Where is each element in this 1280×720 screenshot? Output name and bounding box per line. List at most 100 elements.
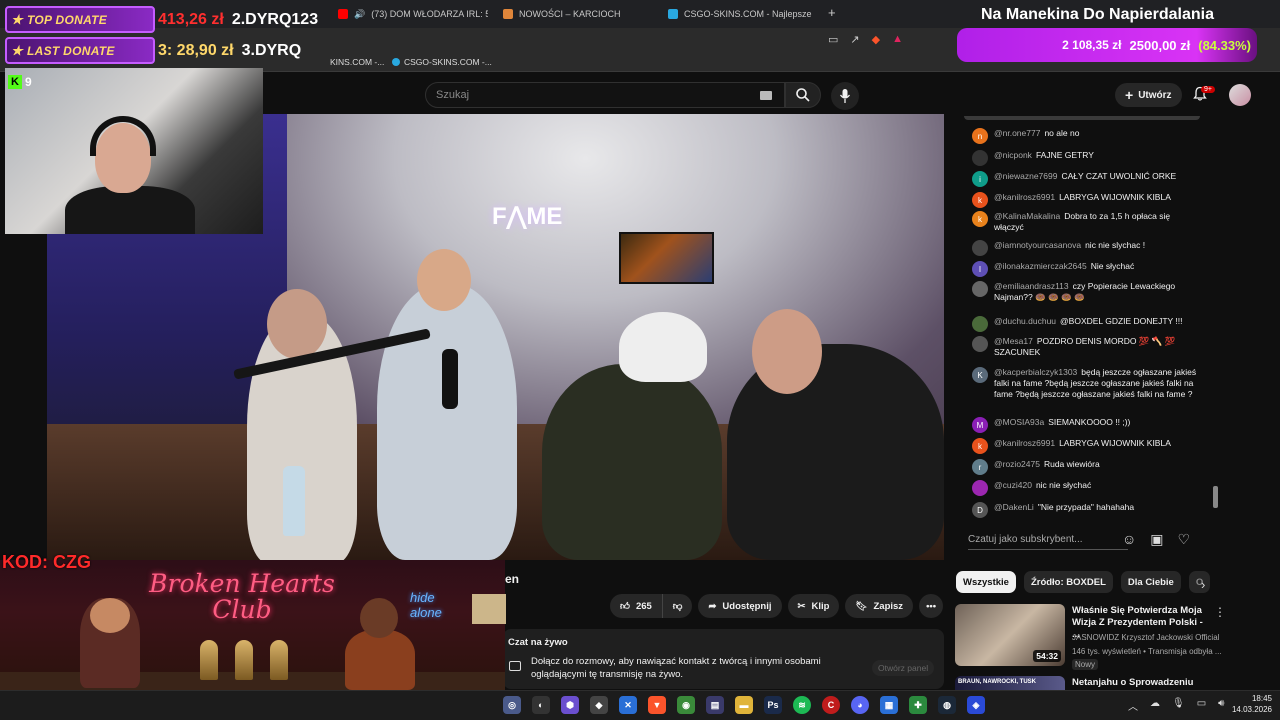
chat-avatar[interactable]	[972, 240, 988, 256]
app-icon[interactable]: ◆	[590, 696, 608, 714]
chat-username[interactable]: @cuzi420	[994, 480, 1032, 490]
chat-username[interactable]: @kanilrosz6991	[994, 192, 1055, 202]
file-explorer-icon[interactable]: ▬	[735, 696, 753, 714]
steam-icon[interactable]: ◍	[938, 696, 956, 714]
chat-avatar[interactable]: r	[972, 459, 988, 475]
chat-username[interactable]: @DakenLi	[994, 502, 1034, 512]
app-icon[interactable]: ◐	[532, 696, 550, 714]
volume-icon[interactable]: 🔊︎	[1218, 698, 1224, 713]
chat-username[interactable]: @kacperbialczyk1303	[994, 367, 1077, 377]
app-icon[interactable]: ✚	[909, 696, 927, 714]
like-button[interactable]: 👍︎ 265	[610, 594, 662, 618]
spotify-icon[interactable]: ≋	[793, 696, 811, 714]
rewards-icon[interactable]: ▲	[892, 33, 903, 46]
chat-username[interactable]: @rozio2475	[994, 459, 1040, 469]
app-icon[interactable]: ▦	[880, 696, 898, 714]
chat-avatar[interactable]: M	[972, 417, 988, 433]
network-icon[interactable]: ▭	[1197, 698, 1206, 713]
chip-partial[interactable]: O	[1188, 571, 1211, 593]
more-vert-icon[interactable]: ⋮	[1214, 605, 1226, 619]
chat-input[interactable]: Czatuj jako subskrybent...	[968, 530, 1128, 550]
more-actions-button[interactable]: •••	[919, 594, 944, 618]
microphone-tray-icon[interactable]: 🎙︎	[1172, 698, 1185, 713]
chip-for-you[interactable]: Dla Ciebie	[1120, 571, 1181, 593]
brave-browser-icon[interactable]: ▼	[648, 696, 666, 714]
app-icon[interactable]: ◈	[967, 696, 985, 714]
chip-all[interactable]: Wszystkie	[956, 571, 1016, 593]
chat-avatar[interactable]	[972, 316, 988, 332]
superchat-icon[interactable]: ▣	[1150, 531, 1163, 548]
chat-username[interactable]: @KalinaMakalina	[994, 211, 1060, 221]
video-actions: 👍︎ 265 👎︎ ➦ Udostępnij ✂ Klip 🔖︎ Zapisz …	[610, 594, 944, 618]
chevron-up-icon[interactable]: ︿	[1128, 698, 1138, 713]
chat-username[interactable]: @emiliaandrasz113	[994, 281, 1069, 291]
chat-username[interactable]: @nr.one777	[994, 128, 1040, 138]
bookmark-item[interactable]: KINS.COM -...	[330, 57, 384, 67]
share-button[interactable]: ➦ Udostępnij	[698, 594, 782, 618]
chat-avatar[interactable]: n	[972, 128, 988, 144]
brave-shield-icon[interactable]: ◆	[872, 33, 880, 46]
chat-username[interactable]: @Mesa17	[994, 336, 1033, 346]
chip-source-boxdel[interactable]: Źródło: BOXDEL	[1023, 571, 1113, 593]
save-button[interactable]: 🔖︎ Zapisz	[845, 594, 914, 618]
app-icon[interactable]: ✕	[619, 696, 637, 714]
tab-karcioch[interactable]: NOWOŚCI – KARCIOCH	[503, 4, 653, 24]
chat-avatar[interactable]: D	[972, 502, 988, 518]
emoji-icon[interactable]: ☺	[1122, 531, 1136, 548]
chat-avatar[interactable]: k	[972, 211, 988, 227]
photoshop-icon[interactable]: Ps	[764, 696, 782, 714]
recommendation-title[interactable]: Netanjahu o Sprowadzeniu	[1072, 677, 1193, 688]
cast-icon[interactable]: ▭	[828, 33, 838, 46]
cloud-icon[interactable]: ☁	[1150, 698, 1160, 713]
chat-username[interactable]: @ilonakazmierczak2645	[994, 261, 1087, 271]
search-button[interactable]	[785, 82, 821, 108]
clip-label: Klip	[811, 600, 830, 612]
chat-header-edge	[964, 116, 1200, 120]
discord-icon[interactable]: ◕	[851, 696, 869, 714]
app-icon[interactable]: ▤	[706, 696, 724, 714]
chat-avatar[interactable]	[972, 480, 988, 496]
app-icon[interactable]: ◎	[503, 696, 521, 714]
chat-avatar[interactable]	[972, 150, 988, 166]
chat-username[interactable]: @niewazne7699	[994, 171, 1057, 181]
recommendation-channel[interactable]: JASNOWIDZ Krzysztof Jackowski Official	[1072, 633, 1222, 642]
taskbar-clock[interactable]: 18:45 14.03.2026	[1226, 693, 1272, 715]
new-tab-button[interactable]: +	[828, 5, 836, 20]
promo-character-right	[345, 630, 415, 690]
open-panel-button[interactable]: Otwórz panel	[872, 660, 935, 676]
chat-username[interactable]: @duchu.duchuu	[994, 316, 1056, 326]
chrome-icon[interactable]: ◉	[677, 696, 695, 714]
chat-scrollbar[interactable]	[1213, 486, 1218, 508]
heart-icon[interactable]: ♡	[1178, 531, 1191, 548]
create-button[interactable]: + Utwórz	[1115, 83, 1182, 107]
dislike-button[interactable]: 👎︎	[661, 594, 693, 618]
app-icon[interactable]: ⬢	[561, 696, 579, 714]
chat-message: @iamnotyourcasanova nic nie slychac !	[972, 240, 1200, 256]
tab-youtube[interactable]: 🔊 (73) DOM WŁODARZA IRL: 50 ✕	[338, 4, 488, 24]
recommendation-thumbnail[interactable]: 54:32	[955, 604, 1065, 666]
recommendation-thumbnail[interactable]: BRAUN, NAWROCKI, TUSK	[955, 676, 1065, 690]
clip-button[interactable]: ✂ Klip	[787, 594, 840, 618]
bookmark-item[interactable]: CSGO-SKINS.COM -...	[392, 57, 492, 67]
chevron-right-icon[interactable]: ›	[1201, 577, 1205, 592]
search-input[interactable]: Szukaj	[425, 82, 785, 108]
chat-avatar[interactable]	[972, 281, 988, 297]
browser-toolbar: ▭ ↗ ◆ ▲	[828, 33, 903, 46]
chat-avatar[interactable]: I	[972, 261, 988, 277]
tab-csgo-skins[interactable]: CSGO-SKINS.COM - Najlepsze Skrzyn	[668, 4, 813, 24]
chat-username[interactable]: @MOSIA93a	[994, 417, 1044, 427]
share-icon[interactable]: ↗	[850, 33, 859, 46]
account-avatar[interactable]	[1229, 84, 1251, 106]
chat-avatar[interactable]: K	[972, 367, 988, 383]
chat-avatar[interactable]: k	[972, 192, 988, 208]
chat-username[interactable]: @nicponk	[994, 150, 1032, 160]
chat-avatar[interactable]: k	[972, 438, 988, 454]
keyboard-icon[interactable]	[760, 91, 772, 100]
chat-username[interactable]: @iamnotyourcasanova	[994, 240, 1081, 250]
app-icon[interactable]: C	[822, 696, 840, 714]
voice-search-button[interactable]	[831, 82, 859, 110]
chat-avatar[interactable]	[972, 336, 988, 352]
chat-message: @duchu.duchuu @BOXDEL GDZIE DONEJTY !!!	[972, 316, 1200, 332]
chat-username[interactable]: @kanilrosz6991	[994, 438, 1055, 448]
chat-avatar[interactable]: i	[972, 171, 988, 187]
